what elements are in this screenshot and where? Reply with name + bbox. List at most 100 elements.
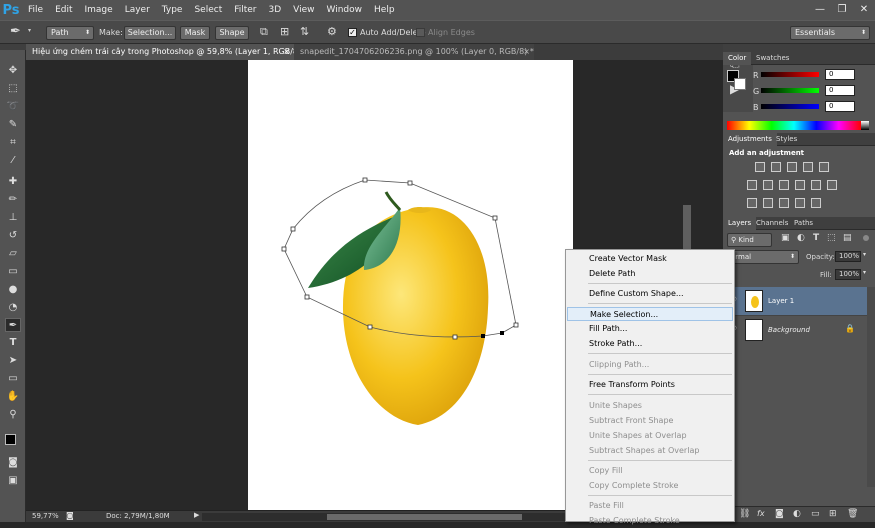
link-layers-icon[interactable]: ⛓ xyxy=(739,509,750,519)
menu-item-delete-path[interactable]: Delete Path xyxy=(567,267,733,281)
vertical-scrollbar[interactable] xyxy=(683,205,691,255)
layer-filter-value: Kind xyxy=(738,236,754,244)
filter-type-icon[interactable]: T xyxy=(813,233,819,243)
green-channel-label: G xyxy=(753,87,760,96)
filter-toggle[interactable] xyxy=(863,235,869,241)
color-background-swatch[interactable] xyxy=(734,78,746,90)
brightness-adjustment-icon[interactable] xyxy=(755,162,765,172)
layer-style-icon[interactable]: fx xyxy=(757,509,765,518)
vibrance-adjustment-icon[interactable] xyxy=(819,162,829,172)
posterize-adjustment-icon[interactable] xyxy=(763,198,773,208)
color-spectrum-bar[interactable] xyxy=(727,121,861,130)
menu-separator xyxy=(588,353,732,354)
layer-filter-select[interactable]: ⚲ Kind xyxy=(727,233,772,247)
lemon-thumbnail-image xyxy=(751,296,759,308)
menu-item-subtract-front-shape: Subtract Front Shape xyxy=(589,416,674,425)
tab-channels[interactable]: Channels xyxy=(751,217,793,230)
gradient-map-adjustment-icon[interactable] xyxy=(811,198,821,208)
select-arrows-icon: ⬍ xyxy=(789,253,795,260)
black-white-adjustment-icon[interactable] xyxy=(779,180,789,190)
red-channel-label: R xyxy=(753,71,759,80)
menu-separator xyxy=(588,303,732,304)
menu-item-paste-fill: Paste Fill xyxy=(589,501,624,510)
menu-item-unite-shapes: Unite Shapes xyxy=(589,401,642,410)
tab-adjustments[interactable]: Adjustments xyxy=(723,133,777,146)
menu-item-stroke-path[interactable]: Stroke Path... xyxy=(567,337,733,351)
color-lookup-adjustment-icon[interactable] xyxy=(827,180,837,190)
menu-separator xyxy=(588,460,732,461)
layer-name[interactable]: Background xyxy=(768,326,810,334)
threshold-adjustment-icon[interactable] xyxy=(779,198,789,208)
red-value-input[interactable]: 0 xyxy=(825,69,855,80)
tab-swatches[interactable]: Swatches xyxy=(751,52,794,65)
horizontal-scrollbar-thumb[interactable] xyxy=(327,514,522,520)
exposure-adjustment-icon[interactable] xyxy=(803,162,813,172)
opacity-dropdown-icon[interactable]: ▾ xyxy=(863,251,866,258)
panel-grip[interactable] xyxy=(723,44,875,52)
status-icon[interactable]: ◙ xyxy=(66,511,74,520)
layer-thumbnail xyxy=(745,319,763,341)
blend-mode-select[interactable]: ormal ⬍ xyxy=(727,250,799,264)
right-panels: ⎘ ▶ Color Swatches R 0 G 0 B 0 Adjustmen… xyxy=(723,44,875,522)
green-slider[interactable] xyxy=(761,88,819,93)
fill-dropdown-icon[interactable]: ▾ xyxy=(863,269,866,276)
new-layer-icon[interactable]: ⊞ xyxy=(829,509,837,519)
menu-item-copy-complete-stroke: Copy Complete Stroke xyxy=(589,481,679,490)
menu-item-subtract-shapes-at-overlap: Subtract Shapes at Overlap xyxy=(589,446,700,455)
new-adjustment-layer-icon[interactable]: ◐ xyxy=(793,509,801,519)
tab-paths[interactable]: Paths xyxy=(789,217,818,230)
layer-row-layer-1[interactable]: 👁 Layer 1 xyxy=(723,287,867,315)
curves-adjustment-icon[interactable] xyxy=(787,162,797,172)
green-value-input[interactable]: 0 xyxy=(825,85,855,96)
selective-color-adjustment-icon[interactable] xyxy=(795,198,805,208)
zoom-level[interactable]: 59,77% xyxy=(32,512,59,520)
menu-item-fill-path[interactable]: Fill Path... xyxy=(567,322,733,336)
layer-row-background[interactable]: 👁 Background 🔒 xyxy=(723,315,867,343)
menu-item-free-transform-points[interactable]: Free Transform Points xyxy=(567,378,733,392)
add-mask-icon[interactable]: ◙ xyxy=(775,509,784,519)
tab-styles[interactable]: Styles xyxy=(771,133,802,146)
menu-item-make-selection[interactable]: Make Selection... xyxy=(567,307,733,321)
menu-separator xyxy=(588,495,732,496)
fill-input[interactable]: 100% xyxy=(835,269,861,280)
layer-thumbnail xyxy=(745,290,763,312)
menu-separator xyxy=(588,374,732,375)
new-group-icon[interactable]: ▭ xyxy=(811,509,820,519)
lock-icon: 🔒 xyxy=(845,324,855,333)
menu-item-copy-fill: Copy Fill xyxy=(589,466,623,475)
levels-adjustment-icon[interactable] xyxy=(771,162,781,172)
invert-adjustment-icon[interactable] xyxy=(747,198,757,208)
photo-filter-adjustment-icon[interactable] xyxy=(795,180,805,190)
filter-adjustment-icon[interactable]: ◐ xyxy=(797,233,805,243)
search-icon: ⚲ xyxy=(731,236,737,244)
layers-scrollbar[interactable] xyxy=(867,287,875,487)
adjustments-panel-header: Adjustments Styles xyxy=(723,133,875,146)
tab-color[interactable]: Color xyxy=(723,52,752,65)
filter-pixel-icon[interactable]: ▣ xyxy=(781,233,790,243)
status-menu-arrow-icon[interactable]: ▶ xyxy=(194,511,199,519)
adjustments-heading: Add an adjustment xyxy=(729,149,805,157)
channel-mixer-adjustment-icon[interactable] xyxy=(811,180,821,190)
red-slider[interactable] xyxy=(761,72,819,77)
path-context-menu: Create Vector Mask Delete Path Define Cu… xyxy=(565,249,735,525)
opacity-input[interactable]: 100% xyxy=(835,251,861,262)
layer-name[interactable]: Layer 1 xyxy=(768,297,794,305)
filter-shape-icon[interactable]: ⬚ xyxy=(827,233,836,243)
blue-slider[interactable] xyxy=(761,104,819,109)
black-white-ramp[interactable] xyxy=(861,121,869,130)
opacity-label: Opacity: xyxy=(806,253,835,261)
layers-panel-header: Layers Channels Paths xyxy=(723,217,875,230)
menu-item-create-vector-mask[interactable]: Create Vector Mask xyxy=(567,252,733,266)
filter-smart-object-icon[interactable]: ▤ xyxy=(843,233,852,243)
menu-separator xyxy=(588,394,732,395)
blue-value-input[interactable]: 0 xyxy=(825,101,855,112)
menu-separator xyxy=(588,283,732,284)
delete-layer-icon[interactable]: 🗑 xyxy=(847,509,858,519)
fill-label: Fill: xyxy=(820,271,832,279)
color-balance-adjustment-icon[interactable] xyxy=(763,180,773,190)
hue-saturation-adjustment-icon[interactable] xyxy=(747,180,757,190)
menu-item-clipping-path: Clipping Path... xyxy=(589,360,650,369)
doc-info: Doc: 2,79M/1,80M xyxy=(106,512,170,520)
menu-item-paste-complete-stroke: Paste Complete Stroke xyxy=(589,516,680,525)
menu-item-define-custom-shape[interactable]: Define Custom Shape... xyxy=(567,287,733,301)
